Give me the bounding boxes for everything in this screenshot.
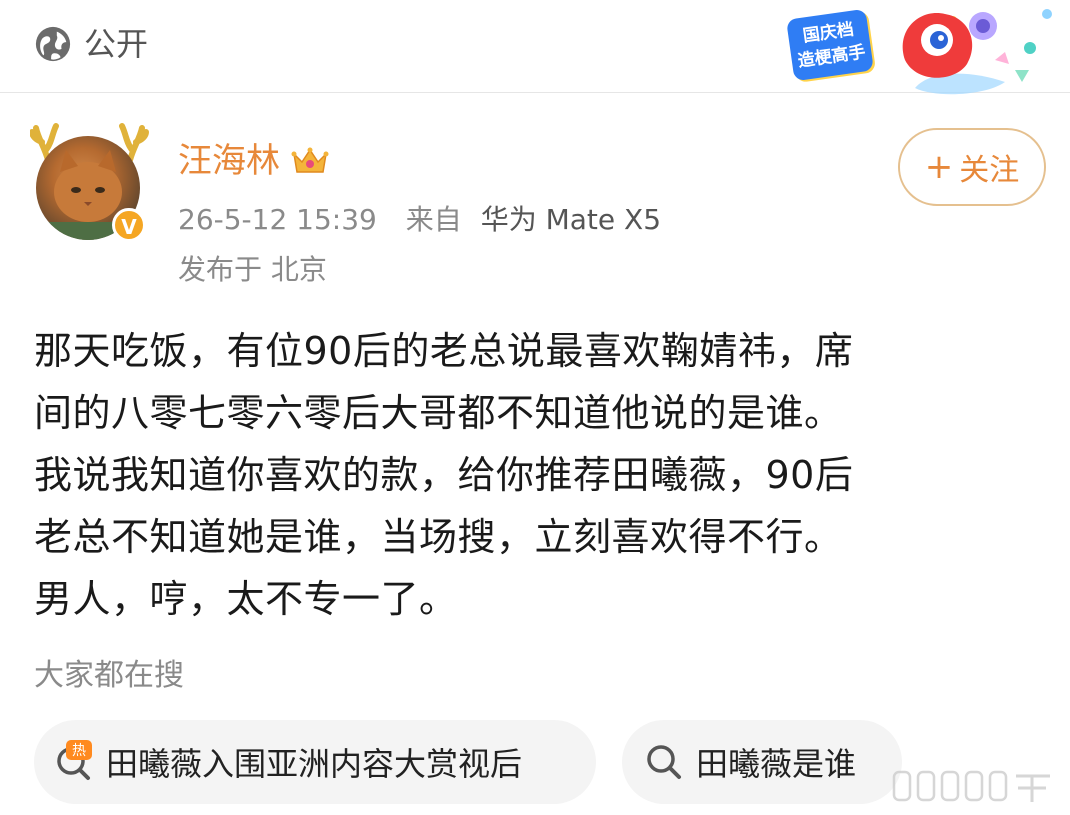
search-chip-label: 田曦薇是谁 [696,745,857,783]
search-chip[interactable]: 田曦薇是谁 [622,720,902,804]
hot-search-chip[interactable]: 热 田曦薇入围亚洲内容大赏视后 [34,720,596,804]
hot-search-icon: 热 [57,740,92,780]
username-text: 汪海林 [178,141,280,181]
hot-mark: 热 [72,743,86,759]
post-timestamp: 26-5-12 15:39 [178,203,377,236]
follow-button[interactable]: + 关注 [898,128,1046,206]
search-icon [647,745,681,779]
post-meta: 26-5-12 15:39 来自 华为 Mate X5 [178,200,661,240]
username[interactable]: 汪海林 [178,138,330,184]
plus-icon: + [924,147,954,187]
promo-badge: 国庆档 造梗高手 [786,8,874,82]
hot-search-label: 田曦薇入围亚洲内容大赏视后 [106,745,523,783]
verified-badge: V [112,208,146,242]
follow-label: 关注 [959,153,1020,188]
post-device: 华为 Mate X5 [480,203,662,236]
user-avatar[interactable]: V [30,116,150,246]
crown-icon [291,147,329,173]
post-body: 那天吃饭，有位90后的老总说最喜欢鞠婧祎，席 间的八零七零六零后大哥都不知道他说… [34,329,854,621]
globe-icon [35,26,71,62]
watermark-logo-icon [892,770,1050,802]
privacy-label: 公开 [84,25,149,63]
top-bar: 公开 国庆档 造梗高手 [0,0,1070,95]
post-location: 发布于 北京 [178,253,327,286]
mascot-icon [902,9,1052,95]
privacy-setting[interactable]: 公开 [34,22,148,66]
source-prefix: 来自 [405,203,462,236]
hot-search-title: 大家都在搜 [34,658,184,693]
promo-banner[interactable]: 国庆档 造梗高手 [780,0,1070,100]
